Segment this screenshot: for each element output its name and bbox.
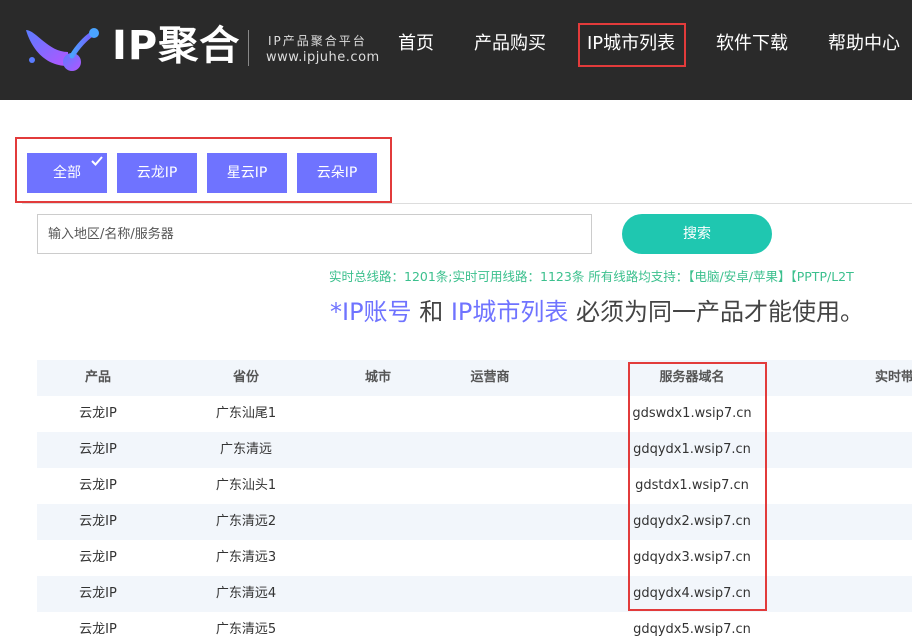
table-row[interactable]: 云龙IP 广东清远4 gdqydx4.wsip7.cn [37,576,912,612]
cell-product: 云龙IP [79,586,117,601]
cell-city [333,540,423,576]
cell-city [333,504,423,540]
brand-tagline: IP产品聚合平台 [268,34,367,48]
brand-domain: www.ipjuhe.com [266,50,380,65]
page: IP聚合 IP产品聚合平台 www.ipjuhe.com 首页 产品购买 IP城… [0,0,912,643]
tab-yunlong[interactable]: 云龙IP [117,153,197,193]
nav-home[interactable]: 首页 [398,32,434,56]
cell-server-domain: gdqydx5.wsip7.cn [633,622,751,637]
cell-product: 云龙IP [79,478,117,493]
cell-product: 云龙IP [79,442,117,457]
table-row[interactable]: 云龙IP 广东汕尾1 gdswdx1.wsip7.cn [37,396,912,432]
table-row[interactable]: 云龙IP 广东清远3 gdqydx3.wsip7.cn [37,540,912,576]
cell-city [333,432,423,468]
table-row[interactable]: 云龙IP 广东清远2 gdqydx2.wsip7.cn [37,504,912,540]
line-stats: 实时总线路：1201条;实时可用线路：1123条 所有线路均支持：【电脑/安卓/… [329,269,854,284]
cell-city [333,576,423,612]
notice-ip-account: *IP账号 [330,298,412,326]
nav-buy[interactable]: 产品购买 [474,32,546,56]
cell-isp [423,468,557,504]
nav-download[interactable]: 软件下载 [716,32,788,56]
search-button[interactable]: 搜索 [622,214,772,254]
logo-icon[interactable] [22,22,102,76]
tab-all[interactable]: 全部 [27,153,107,193]
cell-product: 云龙IP [79,406,117,421]
site-header: IP聚合 IP产品聚合平台 www.ipjuhe.com 首页 产品购买 IP城… [0,0,912,100]
notice-suffix: 必须为同一产品才能使用。 [568,298,865,326]
cell-province: 广东清远 [219,442,272,457]
col-isp: 运营商 [470,370,510,385]
cell-city [333,396,423,432]
check-icon [91,156,103,166]
cell-isp [423,576,557,612]
table-row[interactable]: 云龙IP 广东汕头1 gdstdx1.wsip7.cn [37,468,912,504]
tab-xingyun[interactable]: 星云IP [207,153,287,193]
col-product: 产品 [84,370,111,385]
tab-all-label: 全部 [53,165,81,181]
cell-province: 广东汕头1 [215,478,277,493]
cell-province: 广东清远2 [215,514,277,529]
table-header: 产品 省份 城市 运营商 服务器域名 实时带 [37,360,912,396]
cell-province: 广东清远5 [215,622,277,637]
nav-ip-city-list[interactable]: IP城市列表 [587,32,675,56]
search-input[interactable] [37,214,592,254]
col-realtime: 实时带 [875,370,912,385]
table-row[interactable]: 云龙IP 广东清远5 gdqydx5.wsip7.cn [37,612,912,643]
cell-city [333,612,423,643]
server-domain-highlight [628,362,767,611]
cell-province: 广东清远3 [215,550,277,565]
cell-product: 云龙IP [79,550,117,565]
col-city: 城市 [364,370,391,385]
cell-isp [423,540,557,576]
cell-product: 云龙IP [79,622,117,637]
cell-province: 广东清远4 [215,586,277,601]
cell-city [333,468,423,504]
cell-product: 云龙IP [79,514,117,529]
nav-help[interactable]: 帮助中心 [828,32,900,56]
cell-province: 广东汕尾1 [215,406,277,421]
brand-name[interactable]: IP聚合 [112,22,240,70]
usage-notice: *IP账号 和 IP城市列表 必须为同一产品才能使用。 [330,295,864,329]
divider [22,203,912,204]
notice-and: 和 [411,298,451,326]
cell-isp [423,504,557,540]
tab-yunduo[interactable]: 云朵IP [297,153,377,193]
cell-isp [423,396,557,432]
brand-divider [248,30,249,66]
cell-isp [423,432,557,468]
notice-ip-city-list: IP城市列表 [450,298,569,326]
table-row[interactable]: 云龙IP 广东清远 gdqydx1.wsip7.cn [37,432,912,468]
cell-isp [423,612,557,643]
col-province: 省份 [232,370,259,385]
